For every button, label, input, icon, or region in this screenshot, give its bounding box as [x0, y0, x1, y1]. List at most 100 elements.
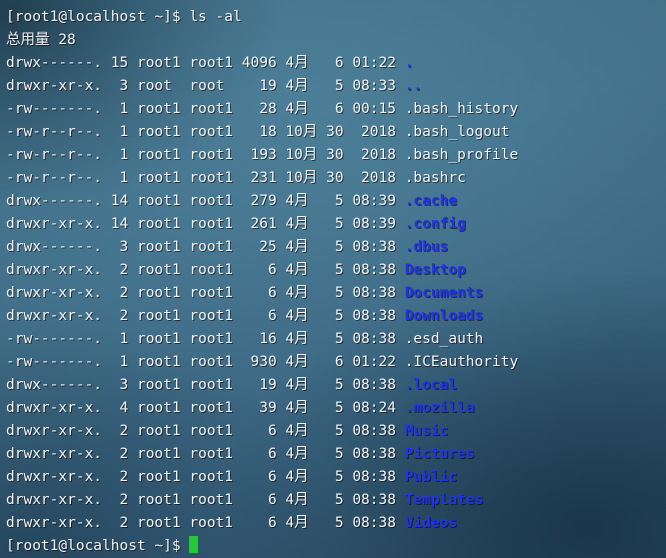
- entry-owner: root1: [136, 147, 190, 163]
- entry-day: 30: [326, 170, 353, 186]
- table-row: -rw-------. 1 root1 root1 28 4月 6 00:15 …: [6, 98, 666, 121]
- entry-permissions: -rw-r--r--.: [6, 147, 111, 163]
- table-row: drwxr-xr-x. 2 root1 root1 6 4月 5 08:38 D…: [6, 259, 666, 282]
- table-row: drwxr-xr-x. 2 root1 root1 6 4月 5 08:38 D…: [6, 305, 666, 328]
- table-row: drwxr-xr-x. 3 root root 19 4月 5 08:33 ..: [6, 75, 666, 98]
- total-line: 总用量 28: [6, 29, 666, 52]
- entry-name: .bashrc: [404, 170, 466, 186]
- entry-link-count: 2: [110, 469, 137, 485]
- entry-group: root1: [189, 423, 242, 439]
- entry-day: 5: [326, 285, 353, 301]
- entry-time: 08:24: [352, 400, 405, 416]
- entry-month: 4月: [285, 492, 327, 508]
- text-cursor: [189, 536, 199, 553]
- entry-permissions: drwxr-xr-x.: [6, 400, 111, 416]
- entry-name: .ICEauthority: [404, 354, 519, 370]
- entry-owner: root1: [136, 55, 190, 71]
- entry-month: 4月: [285, 515, 327, 531]
- entry-month: 4月: [285, 469, 327, 485]
- table-row: -rw-r--r--. 1 root1 root1 193 10月 30 201…: [6, 144, 666, 167]
- entry-time: 08:38: [352, 285, 405, 301]
- entry-permissions: drwxr-xr-x.: [6, 78, 111, 94]
- entry-day: 6: [326, 55, 353, 71]
- entry-month: 10月: [285, 124, 327, 140]
- entry-name: Desktop: [404, 262, 466, 278]
- table-row: drwxr-xr-x. 4 root1 root1 39 4月 5 08:24 …: [6, 397, 666, 420]
- entry-name: .cache: [404, 193, 458, 209]
- entry-group: root1: [189, 193, 242, 209]
- entry-owner: root1: [136, 377, 190, 393]
- entry-permissions: drwxr-xr-x.: [6, 285, 111, 301]
- entry-size: 28: [241, 101, 286, 117]
- entry-permissions: drwxr-xr-x.: [6, 262, 111, 278]
- entry-owner: root1: [136, 423, 190, 439]
- entry-link-count: 3: [110, 239, 137, 255]
- entry-permissions: drwxr-xr-x.: [6, 423, 111, 439]
- entry-size: 6: [241, 469, 286, 485]
- entry-month: 4月: [285, 331, 327, 347]
- entry-time: 2018: [352, 170, 405, 186]
- entry-month: 4月: [285, 354, 327, 370]
- entry-permissions: drwxr-xr-x.: [6, 308, 111, 324]
- table-row: drwx------. 14 root1 root1 279 4月 5 08:3…: [6, 190, 666, 213]
- entry-day: 30: [326, 124, 353, 140]
- entry-size: 6: [241, 308, 286, 324]
- entry-size: 261: [241, 216, 286, 232]
- entry-permissions: drwx------.: [6, 239, 111, 255]
- entry-permissions: -rw-------.: [6, 101, 111, 117]
- command-text: ls -al: [189, 9, 242, 25]
- entry-link-count: 1: [110, 331, 137, 347]
- entry-size: 19: [241, 377, 286, 393]
- entry-day: 5: [326, 216, 353, 232]
- terminal-screen[interactable]: [root1@localhost ~]$ ls -al 总用量 28 drwx---…: [0, 0, 666, 558]
- entry-link-count: 3: [110, 377, 137, 393]
- entry-permissions: -rw-r--r--.: [6, 124, 111, 140]
- table-row: drwxr-xr-x. 14 root1 root1 261 4月 5 08:3…: [6, 213, 666, 236]
- entry-owner: root1: [136, 285, 190, 301]
- entry-permissions: -rw-------.: [6, 354, 111, 370]
- entry-group: root1: [189, 492, 242, 508]
- entry-link-count: 2: [110, 308, 137, 324]
- entry-time: 08:38: [352, 331, 405, 347]
- entry-day: 5: [326, 423, 353, 439]
- entry-group: root1: [189, 331, 242, 347]
- entry-month: 4月: [285, 423, 327, 439]
- entry-link-count: 15: [110, 55, 137, 71]
- entry-link-count: 2: [110, 515, 137, 531]
- terminal-window[interactable]: [root1@localhost ~]$ ls -al 总用量 28 drwx---…: [0, 0, 666, 558]
- entry-group: root1: [189, 285, 242, 301]
- entry-size: 4096: [241, 55, 286, 71]
- entry-time: 08:39: [352, 216, 405, 232]
- entry-name: .bash_history: [404, 101, 519, 117]
- table-row: drwxr-xr-x. 2 root1 root1 6 4月 5 08:38 P…: [6, 466, 666, 489]
- entry-owner: root1: [136, 216, 190, 232]
- entry-month: 10月: [285, 147, 327, 163]
- entry-size: 16: [241, 331, 286, 347]
- entry-owner: root1: [136, 354, 190, 370]
- entry-size: 193: [241, 147, 286, 163]
- entry-group: root1: [189, 101, 242, 117]
- table-row: -rw-------. 1 root1 root1 16 4月 5 08:38 …: [6, 328, 666, 351]
- entry-link-count: 2: [110, 446, 137, 462]
- final-prompt-line: [root1@localhost ~]$: [6, 535, 666, 558]
- entry-name: Videos: [404, 515, 458, 531]
- entry-link-count: 1: [110, 124, 137, 140]
- entry-time: 08:38: [352, 515, 405, 531]
- entry-time: 00:15: [352, 101, 405, 117]
- entry-permissions: -rw-------.: [6, 331, 111, 347]
- entry-day: 5: [326, 308, 353, 324]
- entry-owner: root1: [136, 308, 190, 324]
- entry-permissions: drwxr-xr-x.: [6, 469, 111, 485]
- entry-size: 18: [241, 124, 286, 140]
- table-row: drwxr-xr-x. 2 root1 root1 6 4月 5 08:38 V…: [6, 512, 666, 535]
- entry-size: 6: [241, 446, 286, 462]
- entry-name: Documents: [404, 285, 484, 301]
- entry-group: root1: [189, 469, 242, 485]
- entry-day: 5: [326, 515, 353, 531]
- entry-time: 2018: [352, 147, 405, 163]
- entry-group: root1: [189, 124, 242, 140]
- entry-link-count: 2: [110, 423, 137, 439]
- entry-name: Templates: [404, 492, 484, 508]
- entry-link-count: 2: [110, 285, 137, 301]
- entry-size: 6: [241, 515, 286, 531]
